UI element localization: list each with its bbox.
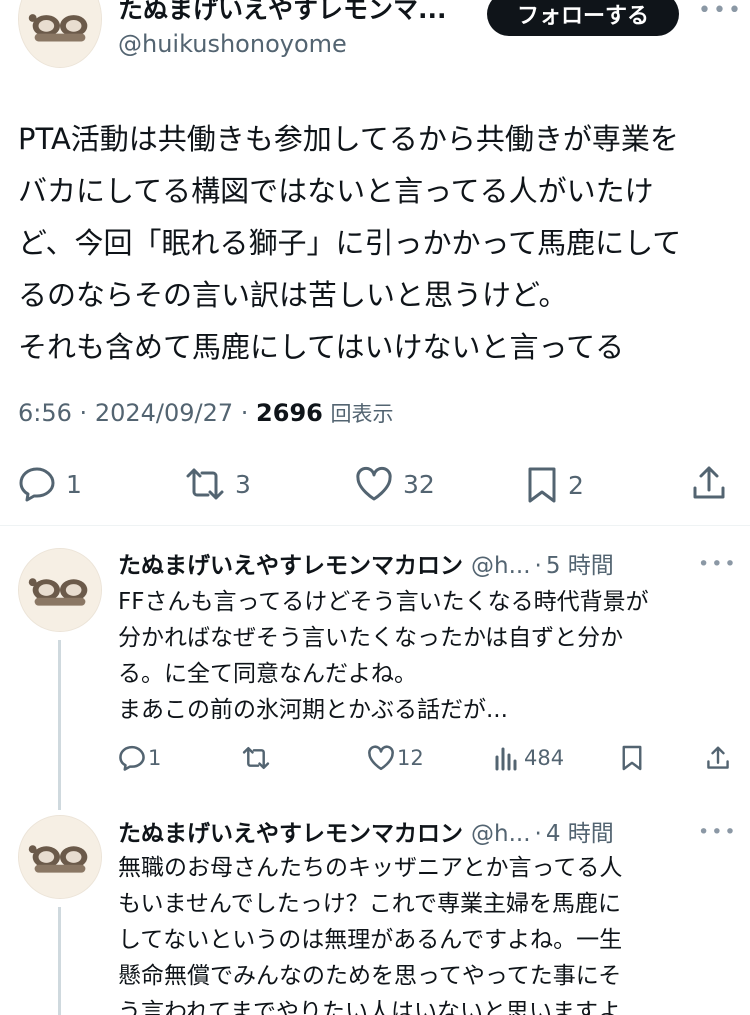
reply-line: してないというのは無理があるんですよね。一生: [118, 927, 623, 953]
tweet-meta: 6:56 · 2024/09/27 · 2696 回表示: [18, 399, 394, 427]
retweet-count: 3: [235, 469, 251, 499]
reply-line: る。に全て同意なんだよね。: [118, 661, 417, 687]
like-action[interactable]: 32: [355, 466, 435, 502]
tweet-line: バカにしてる構図ではないと言ってる人がいたけ: [18, 174, 654, 208]
reply-avatar[interactable]: [18, 548, 102, 632]
like-icon: [356, 466, 392, 501]
reply-text: FFさんも言ってるけどそう言いたくなる時代背景が 分かればなぜそう言いたくなった…: [118, 584, 649, 728]
reply-line: FFさんも言ってるけどそう言いたくなる時代背景が: [118, 589, 649, 615]
tweet-date[interactable]: 2024/09/27: [95, 399, 233, 427]
reply-icon: [119, 745, 145, 771]
bookmark-action[interactable]: 2: [526, 466, 584, 504]
reply-views-action[interactable]: 484: [494, 745, 564, 771]
tweet-line: るのならその言い訳は苦しいと思うけど。: [18, 278, 568, 312]
reply-like-action[interactable]: 12: [367, 745, 424, 771]
reply-reply-count: 1: [148, 746, 162, 770]
bookmark-icon: [622, 745, 642, 771]
bookmark-icon: [528, 467, 556, 503]
reply-text: 無職のお母さんたちのキッザニアとか言ってる人 もいませんでしたっけ？これで専業主…: [118, 850, 622, 1015]
tweet-text: PTA活動は共働きも参加してるから共働きが専業を バカにしてる構図ではないと言っ…: [18, 113, 733, 373]
reply-count: 1: [66, 469, 82, 499]
tweet-line: ど、今回「眠れる獅子」に引っかかって馬鹿にして: [18, 226, 682, 260]
follow-button[interactable]: フォローする: [487, 0, 679, 36]
reply-reply-action[interactable]: 1: [118, 745, 161, 771]
reply-handle[interactable]: @h...: [471, 821, 531, 847]
reply-line: 無職のお母さんたちのキッザニアとか言ってる人: [118, 855, 623, 881]
reply-header: たぬまげいえやすレモンマカロン @h... · 4 時間: [118, 814, 614, 848]
main-handle[interactable]: @huikushonoyome: [118, 30, 347, 58]
reply-like-count: 12: [397, 746, 424, 770]
reply-header: たぬまげいえやすレモンマカロン @h... · 5 時間: [118, 546, 614, 580]
tweet-line: PTA活動は共働きも参加してるから共働きが専業を: [18, 122, 679, 156]
reply-icon: [19, 467, 55, 502]
divider: [0, 525, 750, 526]
views-label: 回表示: [330, 402, 394, 426]
reply-time[interactable]: 5 時間: [546, 546, 614, 580]
reply-display-name[interactable]: たぬまげいえやすレモンマカロン: [118, 814, 463, 848]
reply-line: う言われてまでやりたい人はいないと思いますよ: [118, 999, 622, 1015]
reply-display-name[interactable]: たぬまげいえやすレモンマカロン: [118, 546, 463, 580]
reply-share-action[interactable]: [705, 744, 731, 772]
thread-line: [58, 640, 61, 810]
reply-line: まあこの前の氷河期とかぶる話だが...: [118, 697, 508, 723]
reply-line: 懸命無償でみんなのためを思ってやってた事にそ: [118, 963, 622, 989]
views-icon: [495, 747, 517, 771]
reply-line: もいませんでしたっけ？これで専業主婦を馬鹿に: [118, 891, 622, 917]
tweet-time[interactable]: 6:56: [18, 399, 72, 427]
reply-time[interactable]: 4 時間: [546, 814, 614, 848]
reply-views-count: 484: [524, 746, 565, 770]
retweet-action[interactable]: 3: [185, 466, 251, 502]
retweet-icon: [186, 468, 224, 500]
views-count: 2696: [256, 399, 323, 427]
share-action[interactable]: [690, 464, 728, 502]
more-icon[interactable]: •••: [698, 553, 738, 575]
avatar-raccoon-image: [19, 816, 101, 898]
share-icon: [707, 746, 729, 769]
reply-line: 分かればなぜそう言いたくなったかは自ずと分か: [118, 625, 624, 651]
reply-handle[interactable]: @h...: [471, 553, 531, 579]
share-icon: [693, 466, 725, 499]
reply-action[interactable]: 1: [18, 466, 82, 502]
main-display-name[interactable]: たぬまげいえやすレモンマ...: [118, 0, 447, 26]
more-icon[interactable]: •••: [698, 821, 738, 843]
tweet-line: それも含めて馬鹿にしてはいけないと言ってる: [18, 330, 625, 364]
reply-retweet-action[interactable]: [242, 745, 270, 771]
avatar-raccoon-image: [19, 549, 101, 631]
thread-line: [58, 907, 61, 1015]
like-icon: [368, 745, 394, 771]
bookmark-count: 2: [568, 470, 584, 500]
reply-avatar[interactable]: [18, 815, 102, 899]
main-avatar[interactable]: [18, 0, 102, 68]
more-icon[interactable]: •••: [698, 0, 743, 23]
reply-bookmark-action[interactable]: [621, 744, 643, 772]
avatar-raccoon-image: [19, 0, 101, 67]
like-count: 32: [403, 469, 435, 499]
retweet-icon: [242, 746, 270, 770]
